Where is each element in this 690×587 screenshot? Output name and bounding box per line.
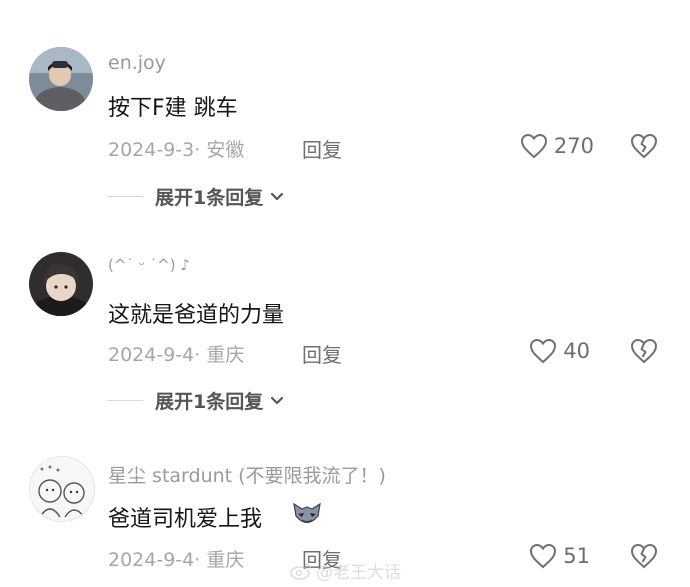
expand-replies-button[interactable]: 展开1条回复 <box>107 387 285 414</box>
like-button[interactable]: 51 <box>529 543 590 569</box>
like-button[interactable]: 40 <box>529 338 590 364</box>
comment-date-location: 2024-9-3· 安徽 <box>108 139 245 161</box>
avatar[interactable] <box>29 252 93 316</box>
expand-replies-label: 展开1条回复 <box>155 391 264 413</box>
wolf-emoji-icon <box>290 498 324 534</box>
weibo-logo-icon <box>290 562 311 580</box>
username[interactable]: (^˙ ᵕ ˙^) ♪ <box>108 256 190 274</box>
heart-icon <box>530 338 557 364</box>
watermark: @老王大话 <box>290 558 401 583</box>
reply-button[interactable]: 回复 <box>302 339 342 368</box>
divider-line <box>107 196 143 197</box>
comment-date-location: 2024-9-4· 重庆 <box>108 344 245 366</box>
avatar[interactable] <box>29 47 93 111</box>
broken-heart-icon <box>630 543 658 569</box>
expand-replies-button[interactable]: 展开1条回复 <box>107 183 285 210</box>
chevron-down-icon <box>271 192 284 200</box>
username[interactable]: en.joy <box>108 52 166 74</box>
comment-date-location: 2024-9-4· 重庆 <box>108 549 245 571</box>
avatar-image <box>30 457 94 521</box>
watermark-text: @老王大话 <box>316 563 401 583</box>
expand-replies-label: 展开1条回复 <box>155 187 264 209</box>
avatar-image <box>29 252 93 316</box>
comment-text: 这就是爸道的力量 <box>108 303 285 328</box>
divider-line <box>107 400 143 401</box>
comment-text: 按下F建 跳车 <box>108 96 238 121</box>
chevron-down-icon <box>271 396 284 404</box>
comment-text: 爸道司机爱上我 <box>108 507 263 532</box>
broken-heart-icon <box>630 133 658 159</box>
avatar[interactable] <box>29 456 95 522</box>
username[interactable]: 星尘 stardunt (不要限我流了！) <box>108 461 386 488</box>
dislike-button[interactable] <box>630 338 658 368</box>
dislike-button[interactable] <box>630 133 658 163</box>
like-button[interactable]: 270 <box>520 133 594 159</box>
reply-button[interactable]: 回复 <box>302 134 342 163</box>
heart-icon <box>520 133 547 159</box>
like-count: 270 <box>553 134 594 158</box>
broken-heart-icon <box>630 338 658 364</box>
dislike-button[interactable] <box>630 543 658 573</box>
like-count: 40 <box>563 339 590 363</box>
heart-icon <box>530 543 557 569</box>
like-count: 51 <box>563 544 590 568</box>
avatar-image <box>29 47 93 111</box>
